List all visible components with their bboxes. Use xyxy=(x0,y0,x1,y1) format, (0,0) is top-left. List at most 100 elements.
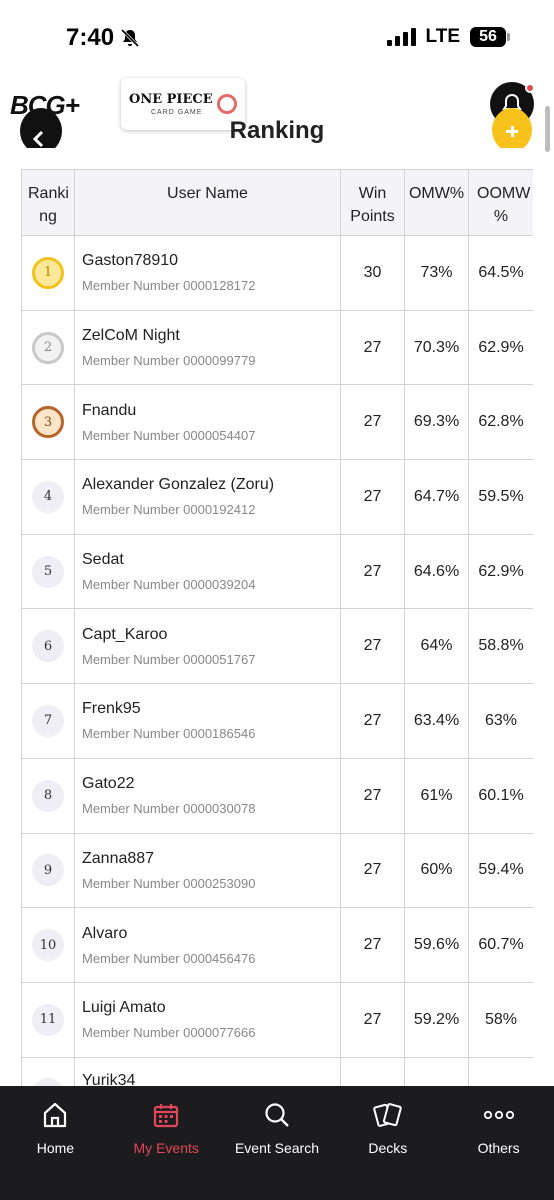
silent-bell-icon xyxy=(120,28,140,48)
user-name[interactable]: Sedat xyxy=(82,551,340,569)
status-time: 7:40 xyxy=(66,24,140,52)
rank-cell: 8 xyxy=(21,757,75,834)
nav-decks[interactable]: Decks xyxy=(332,1086,443,1200)
member-number: Member Number 0000186546 xyxy=(82,726,256,742)
oomw-cell: 62.8% xyxy=(468,384,533,461)
nav-home[interactable]: Home xyxy=(0,1086,111,1200)
table-row[interactable]: 5 Sedat Member Number 0000039204 27 64.6% 62.… xyxy=(21,533,533,610)
win-cell: 27 xyxy=(340,683,405,759)
rank-badge: 5 xyxy=(32,555,64,588)
nav-others[interactable]: Others xyxy=(443,1086,554,1200)
header-win-points[interactable]: Win Points xyxy=(340,169,405,236)
member-number: Member Number 0000128172 xyxy=(82,278,256,294)
member-number: Member Number 0000456476 xyxy=(82,950,256,966)
user-name[interactable]: Luigi Amato xyxy=(82,999,340,1017)
omw-cell xyxy=(404,1056,469,1086)
header-omw[interactable]: OMW% xyxy=(404,169,469,236)
rank-cell: 11 xyxy=(21,981,75,1058)
win-cell: 27 xyxy=(340,981,405,1058)
user-cell: Gaston78910 Member Number 0000128172 xyxy=(74,235,341,311)
user-name[interactable]: Capt_Karoo xyxy=(82,626,340,644)
omw-cell: 64.7% xyxy=(404,459,469,535)
add-button[interactable] xyxy=(492,108,532,152)
nav-decks-label: Decks xyxy=(368,1140,408,1156)
oomw-cell: 62.9% xyxy=(468,309,533,386)
omw-cell: 59.2% xyxy=(404,981,469,1058)
logo-title: ONE PIECE xyxy=(129,92,213,107)
table-row[interactable]: 10 Alvaro Member Number 0000456476 27 59.6% 6… xyxy=(21,907,533,983)
oomw-cell: 63% xyxy=(468,683,533,759)
header-user-name[interactable]: User Name xyxy=(74,169,341,236)
table-row[interactable]: Yurik34 xyxy=(21,1056,533,1086)
member-number: Member Number 0000253090 xyxy=(82,875,256,891)
refresh-ring-icon xyxy=(217,94,237,114)
user-name[interactable]: Zanna887 xyxy=(82,850,340,868)
nav-others-label: Others xyxy=(477,1140,520,1156)
table-row[interactable]: 3 Fnandu Member Number 0000054407 27 69.3% 62… xyxy=(21,384,533,461)
user-name[interactable]: Alexander Gonzalez (Zoru) xyxy=(82,476,340,494)
omw-cell: 69.3% xyxy=(404,384,469,461)
member-number: Member Number 0000054407 xyxy=(82,427,256,443)
nav-event-search[interactable]: Event Search xyxy=(222,1086,333,1200)
user-name[interactable]: Alvaro xyxy=(82,925,340,943)
home-icon xyxy=(44,1102,67,1128)
rank-badge: 11 xyxy=(32,1003,64,1036)
rank-badge: 9 xyxy=(32,854,64,887)
rank-badge: 7 xyxy=(32,704,64,737)
user-name[interactable]: Gato22 xyxy=(82,775,340,793)
signal-icon xyxy=(386,28,416,46)
omw-cell: 63.4% xyxy=(404,683,469,759)
table-row[interactable]: 8 Gato22 Member Number 0000030078 27 61% 60.1… xyxy=(21,757,533,834)
oomw-cell: 59.5% xyxy=(468,459,533,535)
table-row[interactable]: 11 Luigi Amato Member Number 0000077666 27 5… xyxy=(21,981,533,1058)
table-row[interactable]: 7 Frenk95 Member Number 0000186546 27 63.4% 6… xyxy=(21,683,533,759)
nav-home-label: Home xyxy=(36,1140,75,1156)
rank-cell: 4 xyxy=(21,459,75,535)
rank-badge: 4 xyxy=(32,480,64,513)
oomw-cell: 64.5% xyxy=(468,235,533,311)
user-cell: Sedat Member Number 0000039204 xyxy=(74,533,341,610)
rank-cell: 2 xyxy=(21,309,75,386)
nav-my-events[interactable]: My Events xyxy=(111,1086,222,1200)
gold-medal-icon: 1 xyxy=(32,256,64,289)
omw-cell: 60% xyxy=(404,832,469,909)
header-oomw[interactable]: OOMW % xyxy=(468,169,533,236)
oomw-cell: 60.7% xyxy=(468,907,533,983)
table-row[interactable]: 6 Capt_Karoo Member Number 0000051767 27 64%… xyxy=(21,608,533,685)
scrollbar[interactable] xyxy=(545,106,550,152)
oomw-cell: 58.8% xyxy=(468,608,533,685)
user-name[interactable]: ZelCoM Night xyxy=(82,327,340,345)
user-cell: Alvaro Member Number 0000456476 xyxy=(74,907,341,983)
logo-subtitle: CARD GAME xyxy=(151,109,203,116)
header-rank[interactable]: Ranki ng xyxy=(21,169,75,236)
rank-cell: 6 xyxy=(21,608,75,685)
table-row[interactable]: 9 Zanna887 Member Number 0000253090 27 60% 59… xyxy=(21,832,533,909)
win-cell: 27 xyxy=(340,459,405,535)
battery-icon: 56 xyxy=(470,27,510,47)
table-row[interactable]: 4 Alexander Gonzalez (Zoru) Member Number … xyxy=(21,459,533,535)
page-title: Ranking xyxy=(229,117,325,144)
omw-cell: 73% xyxy=(404,235,469,311)
member-number: Member Number 0000030078 xyxy=(82,801,256,817)
user-name[interactable]: Frenk95 xyxy=(82,700,340,718)
rank-cell: 5 xyxy=(21,533,75,610)
omw-cell: 59.6% xyxy=(404,907,469,983)
rank-cell: 3 xyxy=(21,384,75,461)
user-cell: ZelCoM Night Member Number 0000099779 xyxy=(74,309,341,386)
user-name[interactable]: Gaston78910 xyxy=(82,252,340,270)
network-type: LTE xyxy=(425,26,460,47)
clock-text: 7:40 xyxy=(66,24,115,51)
user-name[interactable]: Yurik34 xyxy=(82,1072,340,1086)
oomw-cell: 58% xyxy=(468,981,533,1058)
rank-cell xyxy=(21,1056,75,1086)
win-cell: 27 xyxy=(340,608,405,685)
table-row[interactable]: 2 ZelCoM Night Member Number 0000099779 27 7… xyxy=(21,309,533,386)
member-number: Member Number 0000039204 xyxy=(82,577,256,593)
user-name[interactable]: Fnandu xyxy=(82,402,340,420)
rank-cell: 9 xyxy=(21,832,75,909)
oomw-cell xyxy=(468,1056,533,1086)
table-row[interactable]: 1 Gaston78910 Member Number 0000128172 30 73… xyxy=(21,235,533,311)
member-number: Member Number 0000077666 xyxy=(82,1025,256,1041)
bronze-medal-icon: 3 xyxy=(32,406,64,439)
rank-cell: 10 xyxy=(21,907,75,983)
